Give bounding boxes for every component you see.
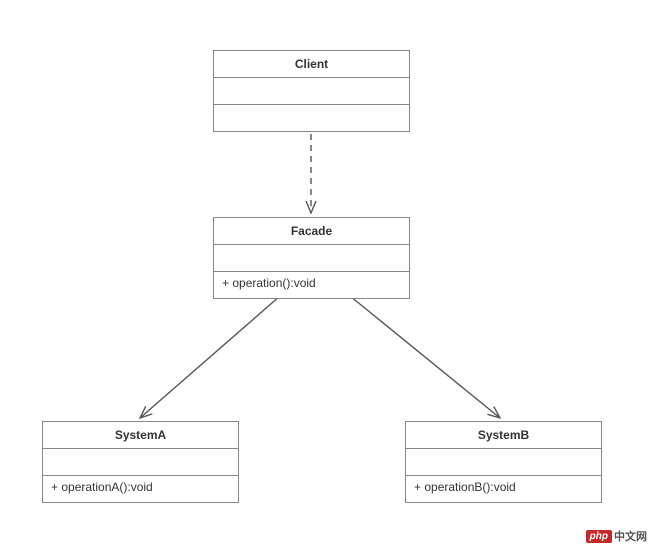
- uml-class-attributes: [214, 78, 409, 105]
- uml-class-operations: [214, 105, 409, 131]
- uml-class-title: Client: [214, 51, 409, 78]
- uml-class-operations: + operation():void: [214, 272, 409, 298]
- connector-facade-to-systema: [140, 296, 280, 418]
- watermark: php 中文网: [586, 528, 647, 544]
- uml-class-client: Client: [213, 50, 410, 132]
- watermark-badge: php: [586, 530, 612, 543]
- uml-class-systemb: SystemB + operationB():void: [405, 421, 602, 503]
- uml-class-facade: Facade + operation():void: [213, 217, 410, 299]
- uml-class-attributes: [43, 449, 238, 476]
- watermark-text: 中文网: [614, 528, 647, 544]
- uml-class-attributes: [214, 245, 409, 272]
- uml-class-operations: + operationA():void: [43, 476, 238, 502]
- uml-class-title: SystemA: [43, 422, 238, 449]
- uml-class-title: SystemB: [406, 422, 601, 449]
- uml-class-systema: SystemA + operationA():void: [42, 421, 239, 503]
- connector-facade-to-systemb: [350, 296, 500, 418]
- uml-class-title: Facade: [214, 218, 409, 245]
- uml-class-attributes: [406, 449, 601, 476]
- uml-class-operations: + operationB():void: [406, 476, 601, 502]
